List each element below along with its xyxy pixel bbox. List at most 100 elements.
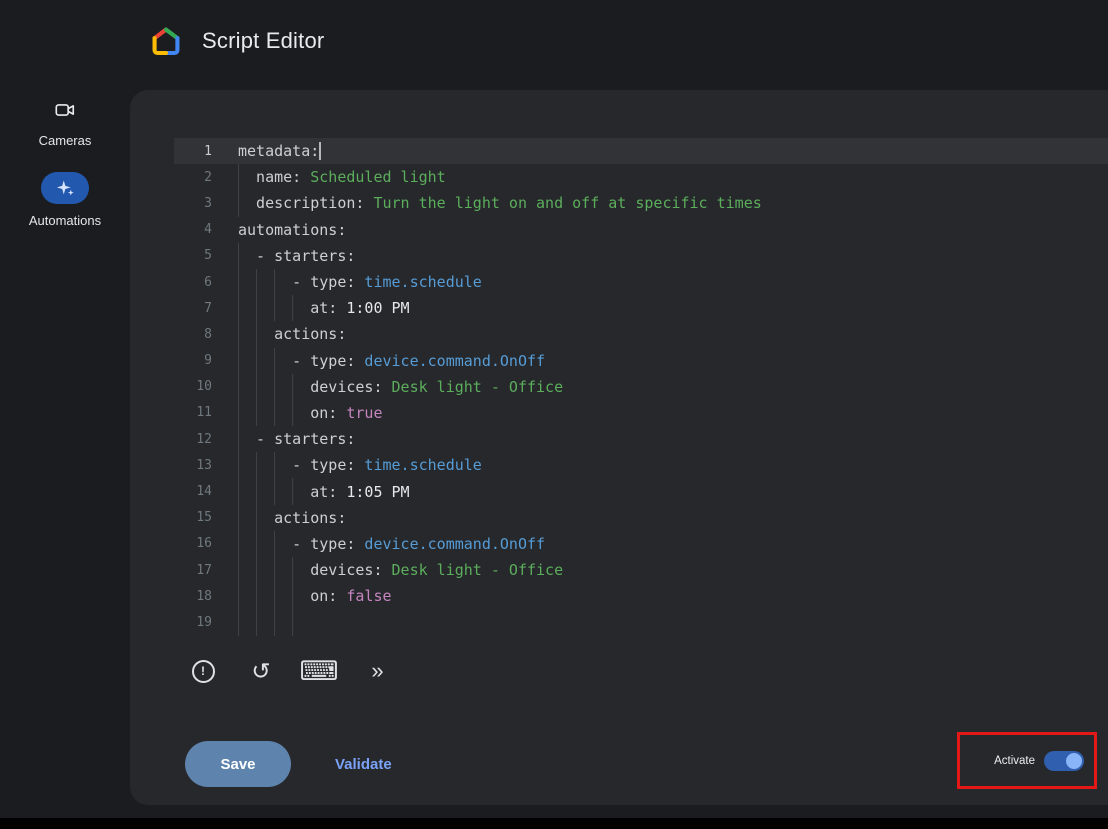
keyboard-icon[interactable]: ⌨ — [304, 656, 334, 686]
code-line[interactable]: 3description: Turn the light on and off … — [174, 190, 1108, 216]
bottom-strip — [0, 818, 1108, 829]
code-text: at: 1:00 PM — [238, 295, 1108, 321]
editor-toolbar: ! ↺ ⌨ » — [188, 656, 392, 686]
line-number: 2 — [174, 170, 238, 185]
code-text: at: 1:05 PM — [238, 478, 1108, 504]
indent-guides — [238, 478, 310, 504]
line-number: 19 — [174, 615, 238, 630]
line-number: 14 — [174, 484, 238, 499]
sidebar-item-label: Automations — [29, 213, 101, 228]
toggle-knob — [1066, 753, 1082, 769]
more-icon[interactable]: » — [362, 656, 392, 686]
indent-guides — [238, 321, 274, 347]
code-line[interactable]: 19 — [174, 609, 1108, 635]
code-line[interactable]: 14at: 1:05 PM — [174, 478, 1108, 504]
google-home-logo-icon — [150, 25, 182, 57]
line-number: 18 — [174, 589, 238, 604]
exclamation-glyph: ! — [192, 660, 215, 683]
camera-icon — [54, 96, 76, 124]
line-number: 3 — [174, 196, 238, 211]
keyboard-glyph: ⌨ — [300, 658, 339, 685]
indent-guides — [238, 190, 256, 216]
code-line[interactable]: 8actions: — [174, 321, 1108, 347]
action-bar: Save Validate Activate — [185, 736, 1108, 792]
editor-card: 1metadata:2name: Scheduled light3descrip… — [130, 90, 1108, 805]
code-text: on: false — [238, 583, 1108, 609]
activate-label: Activate — [994, 755, 1035, 767]
indent-guides — [238, 609, 310, 635]
line-number: 13 — [174, 458, 238, 473]
code-text: metadata: — [238, 138, 1108, 164]
code-lines: 1metadata:2name: Scheduled light3descrip… — [174, 138, 1108, 636]
indent-guides — [238, 583, 310, 609]
activate-annotation-box: Activate — [957, 732, 1097, 789]
code-text: actions: — [238, 321, 1108, 347]
code-text: - type: time.schedule — [238, 452, 1108, 478]
code-text: description: Turn the light on and off a… — [238, 190, 1108, 216]
sidebar-item-automations[interactable]: Automations — [0, 172, 130, 228]
validate-button[interactable]: Validate — [329, 755, 398, 774]
line-number: 7 — [174, 301, 238, 316]
indent-guides — [238, 531, 292, 557]
code-line[interactable]: 15actions: — [174, 505, 1108, 531]
line-number: 15 — [174, 510, 238, 525]
page-title: Script Editor — [202, 28, 324, 54]
code-text: on: true — [238, 400, 1108, 426]
indent-guides — [238, 348, 292, 374]
indent-guides — [238, 557, 310, 583]
code-line[interactable]: 16- type: device.command.OnOff — [174, 531, 1108, 557]
code-line[interactable]: 18on: false — [174, 583, 1108, 609]
code-line[interactable]: 4automations: — [174, 217, 1108, 243]
line-number: 1 — [174, 144, 238, 159]
code-text: devices: Desk light - Office — [238, 557, 1108, 583]
code-line[interactable]: 6- type: time.schedule — [174, 269, 1108, 295]
line-number: 4 — [174, 222, 238, 237]
sidebar: Cameras Automations — [0, 96, 130, 228]
indent-guides — [238, 269, 292, 295]
line-number: 11 — [174, 405, 238, 420]
indent-guides — [238, 400, 310, 426]
save-button[interactable]: Save — [185, 741, 291, 787]
sparkle-icon — [55, 178, 75, 198]
code-editor[interactable]: 1metadata:2name: Scheduled light3descrip… — [174, 138, 1108, 636]
problems-icon[interactable]: ! — [188, 656, 218, 686]
line-number: 17 — [174, 563, 238, 578]
history-glyph: ↺ — [251, 660, 270, 683]
history-icon[interactable]: ↺ — [246, 656, 276, 686]
activate-toggle[interactable] — [1044, 751, 1084, 771]
line-number: 9 — [174, 353, 238, 368]
active-nav-pill — [41, 172, 89, 204]
chevrons-glyph: » — [371, 660, 382, 682]
indent-guides — [238, 505, 274, 531]
line-number: 16 — [174, 536, 238, 551]
code-text: - type: time.schedule — [238, 269, 1108, 295]
indent-guides — [238, 426, 256, 452]
indent-guides — [238, 374, 310, 400]
line-number: 8 — [174, 327, 238, 342]
line-number: 5 — [174, 248, 238, 263]
code-text: - starters: — [238, 243, 1108, 269]
sidebar-item-label: Cameras — [39, 133, 92, 148]
code-line[interactable]: 17devices: Desk light - Office — [174, 557, 1108, 583]
sidebar-item-cameras[interactable]: Cameras — [0, 96, 130, 148]
code-line[interactable]: 5- starters: — [174, 243, 1108, 269]
indent-guides — [238, 452, 292, 478]
code-line[interactable]: 12- starters: — [174, 426, 1108, 452]
code-line[interactable]: 13- type: time.schedule — [174, 452, 1108, 478]
code-line[interactable]: 2name: Scheduled light — [174, 164, 1108, 190]
code-text: - starters: — [238, 426, 1108, 452]
code-text — [238, 609, 1108, 635]
code-text: - type: device.command.OnOff — [238, 348, 1108, 374]
line-number: 12 — [174, 432, 238, 447]
code-line[interactable]: 7at: 1:00 PM — [174, 295, 1108, 321]
line-number: 6 — [174, 275, 238, 290]
code-text: name: Scheduled light — [238, 164, 1108, 190]
code-text: devices: Desk light - Office — [238, 374, 1108, 400]
indent-guides — [238, 295, 310, 321]
code-line[interactable]: 11on: true — [174, 400, 1108, 426]
code-line[interactable]: 1metadata: — [174, 138, 1108, 164]
app-header: Script Editor — [150, 16, 324, 66]
line-number: 10 — [174, 379, 238, 394]
code-line[interactable]: 10devices: Desk light - Office — [174, 374, 1108, 400]
code-line[interactable]: 9- type: device.command.OnOff — [174, 348, 1108, 374]
